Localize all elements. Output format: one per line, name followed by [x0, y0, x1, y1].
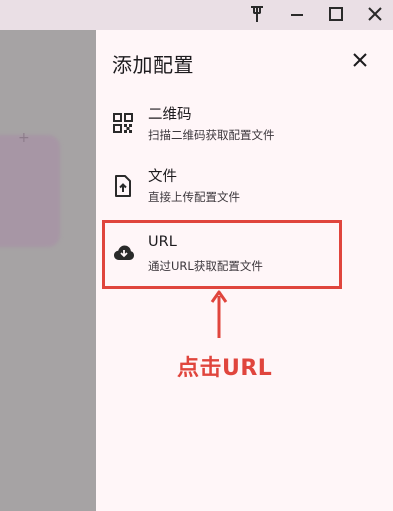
annotation-highlight-box	[102, 220, 342, 289]
annotation-label: 点击URL	[177, 356, 273, 381]
option-title: 文件	[148, 169, 177, 185]
qr-code-icon	[113, 113, 135, 135]
backdrop-scrim[interactable]: +	[0, 30, 96, 511]
file-upload-icon	[113, 175, 135, 197]
close-icon	[353, 53, 367, 67]
minimize-icon[interactable]	[284, 2, 310, 26]
background-add-icon: +	[18, 130, 30, 146]
option-subtitle: 扫描二维码获取配置文件	[148, 128, 275, 142]
drawer-close-button[interactable]	[350, 50, 370, 70]
pin-icon[interactable]	[244, 2, 270, 26]
drawer-title: 添加配置	[112, 53, 194, 77]
window-titlebar	[0, 0, 393, 30]
option-qr-code[interactable]: 二维码 扫描二维码获取配置文件	[96, 103, 356, 151]
option-file[interactable]: 文件 直接上传配置文件	[96, 165, 356, 213]
annotation-arrow-icon	[210, 290, 228, 338]
option-title: 二维码	[148, 107, 192, 123]
close-icon[interactable]	[362, 2, 388, 26]
background-card	[0, 135, 60, 247]
maximize-icon[interactable]	[323, 2, 349, 26]
option-subtitle: 直接上传配置文件	[148, 190, 240, 204]
